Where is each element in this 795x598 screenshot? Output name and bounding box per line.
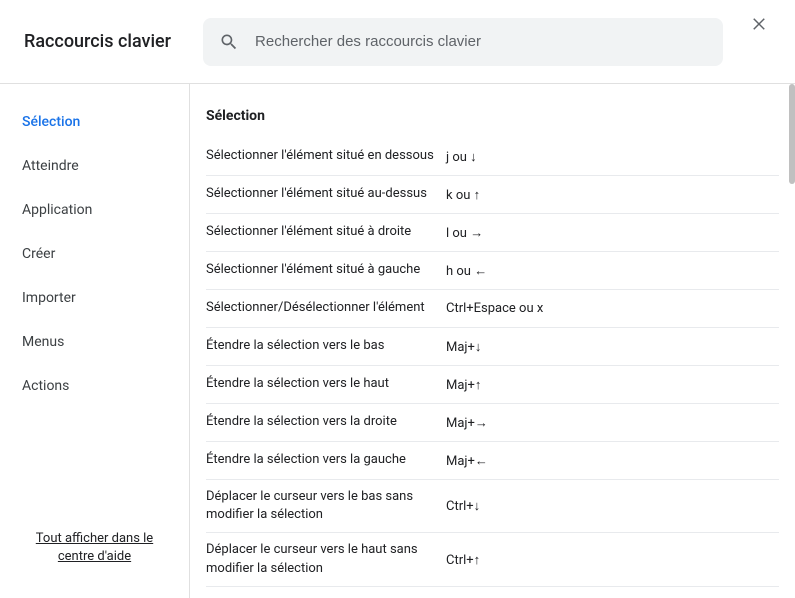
sidebar: Sélection Atteindre Application Créer Im… (0, 84, 190, 598)
shortcut-description: Sélectionner l'élément situé à gauche (206, 261, 446, 279)
search-icon (219, 32, 239, 52)
section-title: Sélection (206, 108, 779, 124)
sidebar-item-importer[interactable]: Importer (0, 276, 189, 320)
shortcut-keys: Ctrl+Espace ou x (446, 301, 543, 316)
shortcut-description: Sélectionner l'élément situé au-dessus (206, 185, 446, 203)
shortcut-keys: Maj+↑ (446, 377, 481, 393)
dialog-title: Raccourcis clavier (24, 31, 171, 52)
shortcut-description: Déplacer le curseur vers le haut sans mo… (206, 541, 446, 577)
shortcut-description: Déplacer le curseur vers le bas sans mod… (206, 488, 446, 524)
shortcut-keys: Ctrl+↓ (446, 498, 480, 514)
shortcut-keys: Maj+→ (446, 415, 488, 431)
shortcut-description: Sélectionner l'élément situé à droite (206, 223, 446, 241)
close-button[interactable] (747, 12, 771, 36)
sidebar-item-application[interactable]: Application (0, 188, 189, 232)
shortcut-row: Étendre la sélection vers la gauche Maj+… (206, 442, 779, 480)
shortcut-row: Déplacer le curseur vers le haut sans mo… (206, 533, 779, 586)
shortcut-row: Sélectionner/Désélectionner l'élément Ct… (206, 290, 779, 328)
shortcut-description: Étendre la sélection vers le bas (206, 337, 446, 355)
shortcut-keys: Maj+↓ (446, 339, 481, 355)
dialog-body: Sélection Atteindre Application Créer Im… (0, 84, 795, 598)
shortcut-description: Sélectionner/Désélectionner l'élément (206, 299, 446, 317)
shortcuts-list: Sélectionner l'élément situé en dessous … (206, 138, 779, 587)
shortcut-keys: k ou ↑ (446, 187, 480, 203)
close-icon (750, 15, 768, 33)
shortcut-keys: j ou ↓ (446, 149, 477, 165)
sidebar-item-label: Actions (22, 378, 69, 394)
sidebar-item-label: Sélection (22, 114, 80, 130)
shortcut-row: Étendre la sélection vers la droite Maj+… (206, 404, 779, 442)
shortcut-row: Étendre la sélection vers le haut Maj+↑ (206, 366, 779, 404)
search-input[interactable] (255, 33, 707, 50)
sidebar-item-label: Menus (22, 334, 64, 350)
shortcut-row: Sélectionner l'élément situé à gauche h … (206, 252, 779, 290)
sidebar-item-atteindre[interactable]: Atteindre (0, 144, 189, 188)
dialog-header: Raccourcis clavier (0, 0, 795, 84)
shortcut-keys: l ou → (446, 225, 483, 241)
scrollbar[interactable] (789, 84, 795, 184)
sidebar-item-label: Application (22, 202, 92, 218)
shortcut-description: Sélectionner l'élément situé en dessous (206, 147, 446, 165)
shortcut-description: Étendre la sélection vers la gauche (206, 451, 446, 469)
sidebar-item-selection[interactable]: Sélection (0, 100, 189, 144)
shortcut-row: Sélectionner l'élément situé au-dessus k… (206, 176, 779, 214)
sidebar-item-menus[interactable]: Menus (0, 320, 189, 364)
shortcut-description: Étendre la sélection vers la droite (206, 413, 446, 431)
search-container[interactable] (203, 18, 723, 66)
shortcut-row: Sélectionner l'élément situé à droite l … (206, 214, 779, 252)
sidebar-item-actions[interactable]: Actions (0, 364, 189, 408)
sidebar-item-label: Atteindre (22, 158, 79, 174)
sidebar-item-label: Créer (22, 246, 55, 262)
sidebar-item-label: Importer (22, 290, 76, 306)
shortcut-keys: Maj+← (446, 453, 488, 469)
shortcut-description: Étendre la sélection vers le haut (206, 375, 446, 393)
shortcut-row: Étendre la sélection vers le bas Maj+↓ (206, 328, 779, 366)
sidebar-item-creer[interactable]: Créer (0, 232, 189, 276)
shortcut-row: Déplacer le curseur vers le bas sans mod… (206, 480, 779, 533)
help-center-link[interactable]: Tout afficher dans le centre d'aide (0, 516, 189, 582)
shortcuts-content: Sélection Sélectionner l'élément situé e… (190, 84, 795, 598)
sidebar-items: Sélection Atteindre Application Créer Im… (0, 100, 189, 516)
shortcut-row: Sélectionner l'élément situé en dessous … (206, 138, 779, 176)
shortcut-keys: Ctrl+↑ (446, 552, 480, 568)
shortcut-keys: h ou ← (446, 263, 487, 279)
